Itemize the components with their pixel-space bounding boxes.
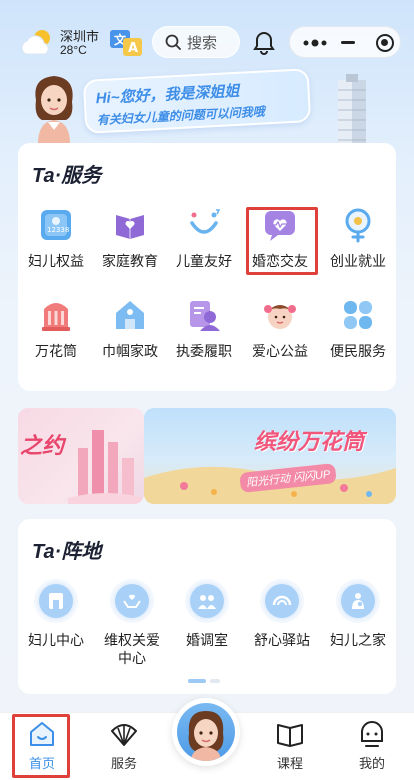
clover-icon xyxy=(344,301,372,329)
position-icon-inner xyxy=(341,584,375,618)
service-kaleidoscope[interactable]: 万花筒 xyxy=(18,297,94,367)
assistant-face-icon xyxy=(188,711,224,761)
nav-service-label: 服务 xyxy=(110,756,137,771)
service-label: 执委履职 xyxy=(176,343,232,359)
greeting-bubble[interactable]: Hi~您好，我是深姐姐 有关妇女儿童的问题可以问我哦 xyxy=(82,68,312,134)
mini-program-capsule xyxy=(289,26,401,58)
care-hands-icon xyxy=(123,594,141,608)
position-icon-inner xyxy=(265,584,299,618)
service-delegate[interactable]: 执委履职 xyxy=(166,297,242,367)
bell-icon[interactable] xyxy=(252,30,276,56)
svg-text:A: A xyxy=(128,41,138,56)
fan-icon xyxy=(111,724,137,746)
close-target-icon[interactable] xyxy=(376,34,394,52)
nav-mine-label: 我的 xyxy=(358,756,385,771)
book-icon xyxy=(277,724,303,747)
mediation-icon xyxy=(198,595,216,609)
highlight-box xyxy=(12,714,70,778)
nav-mine[interactable]: 我的 xyxy=(342,719,402,772)
minimize-icon[interactable] xyxy=(341,41,355,44)
skyline-illustration xyxy=(68,430,144,504)
house-icon xyxy=(116,301,144,329)
position-icon-wrap xyxy=(260,579,304,623)
service-label: 万花筒 xyxy=(35,343,77,359)
promo-banner-carousel[interactable]: 之约 缤纷万花筒 阳光行动 闪闪UP xyxy=(18,408,396,504)
services-title: Ta·服务 xyxy=(32,165,102,187)
pager-dot xyxy=(210,679,220,683)
service-label: 创业就业 xyxy=(330,253,386,269)
service-label: 爱心公益 xyxy=(252,343,308,359)
delegate-icon xyxy=(190,301,220,331)
service-charity[interactable]: 爱心公益 xyxy=(242,297,318,367)
svg-text:12338: 12338 xyxy=(47,226,69,234)
family-education-icon xyxy=(116,215,144,239)
center-icon xyxy=(49,593,63,609)
pager-dot-active xyxy=(188,679,206,683)
position-icon-inner xyxy=(115,584,149,618)
positions-card: Ta·阵地 妇儿中心 维权关爱 中心 婚调室 舒心驿站 妇儿之家 xyxy=(18,519,396,694)
promo-right-title: 缤纷万花筒 xyxy=(254,429,365,454)
center-assistant-button[interactable] xyxy=(172,698,240,766)
position-label: 妇儿中心 xyxy=(28,632,84,648)
rainbow-icon xyxy=(272,595,292,606)
mother-child-icon xyxy=(352,593,364,609)
service-label: 巾帼家政 xyxy=(102,343,158,359)
female-symbol-icon xyxy=(345,208,371,243)
position-label: 舒心驿站 xyxy=(254,632,310,648)
charity-icon xyxy=(264,305,296,329)
service-label: 家庭教育 xyxy=(102,253,158,269)
promo-banner-right[interactable]: 缤纷万花筒 阳光行动 闪闪UP xyxy=(144,408,396,504)
position-icon-inner xyxy=(190,584,224,618)
highlight-box xyxy=(246,207,318,275)
position-label: 婚调室 xyxy=(186,632,228,648)
position-rights-care-center[interactable]: 维权关爱 中心 xyxy=(94,579,170,667)
position-icon-wrap xyxy=(110,579,154,623)
service-rights[interactable]: 12338 妇儿权益 xyxy=(18,207,94,277)
search-box[interactable]: 搜索 xyxy=(152,26,240,58)
temperature-label: 28°C xyxy=(60,43,87,57)
positions-title: Ta·阵地 xyxy=(32,541,102,563)
service-housekeeping[interactable]: 巾帼家政 xyxy=(92,297,168,367)
service-employment[interactable]: 创业就业 xyxy=(320,207,396,277)
assistant-avatar[interactable] xyxy=(26,70,82,144)
nav-course-label: 课程 xyxy=(276,756,303,771)
position-icon-inner xyxy=(39,584,73,618)
position-label: 维权关爱 中心 xyxy=(104,632,160,666)
carousel-pager xyxy=(188,679,220,683)
service-label: 便民服务 xyxy=(330,343,386,359)
position-women-children-center[interactable]: 妇儿中心 xyxy=(18,579,94,649)
position-icon-wrap xyxy=(34,579,78,623)
more-icon[interactable] xyxy=(302,35,328,51)
service-label: 妇儿权益 xyxy=(28,253,84,269)
position-mediation-room[interactable]: 婚调室 xyxy=(169,579,245,649)
profile-face-icon xyxy=(361,721,383,747)
child-friendly-icon xyxy=(190,209,221,234)
rights-icon: 12338 xyxy=(41,210,71,240)
service-family-education[interactable]: 家庭教育 xyxy=(92,207,168,277)
translate-icon[interactable]: 文 A xyxy=(110,30,142,56)
nav-course[interactable]: 课程 xyxy=(260,719,320,772)
search-icon xyxy=(165,34,181,50)
center-assistant-avatar xyxy=(177,703,235,761)
position-icon-wrap xyxy=(336,579,380,623)
promo-left-text: 之约 xyxy=(20,433,65,458)
kaleidoscope-icon xyxy=(42,303,70,331)
position-label: 妇儿之家 xyxy=(330,632,386,648)
services-card: Ta·服务 12338 妇儿权益 家庭教育 儿童友好 婚恋交友 创业就业 万花筒… xyxy=(18,143,396,391)
search-placeholder: 搜索 xyxy=(187,34,218,52)
promo-banner-left[interactable]: 之约 xyxy=(18,408,144,504)
position-women-children-home[interactable]: 妇儿之家 xyxy=(320,579,396,649)
nav-service[interactable]: 服务 xyxy=(94,719,154,772)
partly-cloudy-icon xyxy=(21,30,50,55)
position-comfort-station[interactable]: 舒心驿站 xyxy=(244,579,320,649)
service-convenience[interactable]: 便民服务 xyxy=(320,297,396,367)
service-child-friendly[interactable]: 儿童友好 xyxy=(166,207,242,277)
building-illustration xyxy=(338,74,366,146)
position-icon-wrap xyxy=(185,579,229,623)
service-label: 儿童友好 xyxy=(176,253,232,269)
